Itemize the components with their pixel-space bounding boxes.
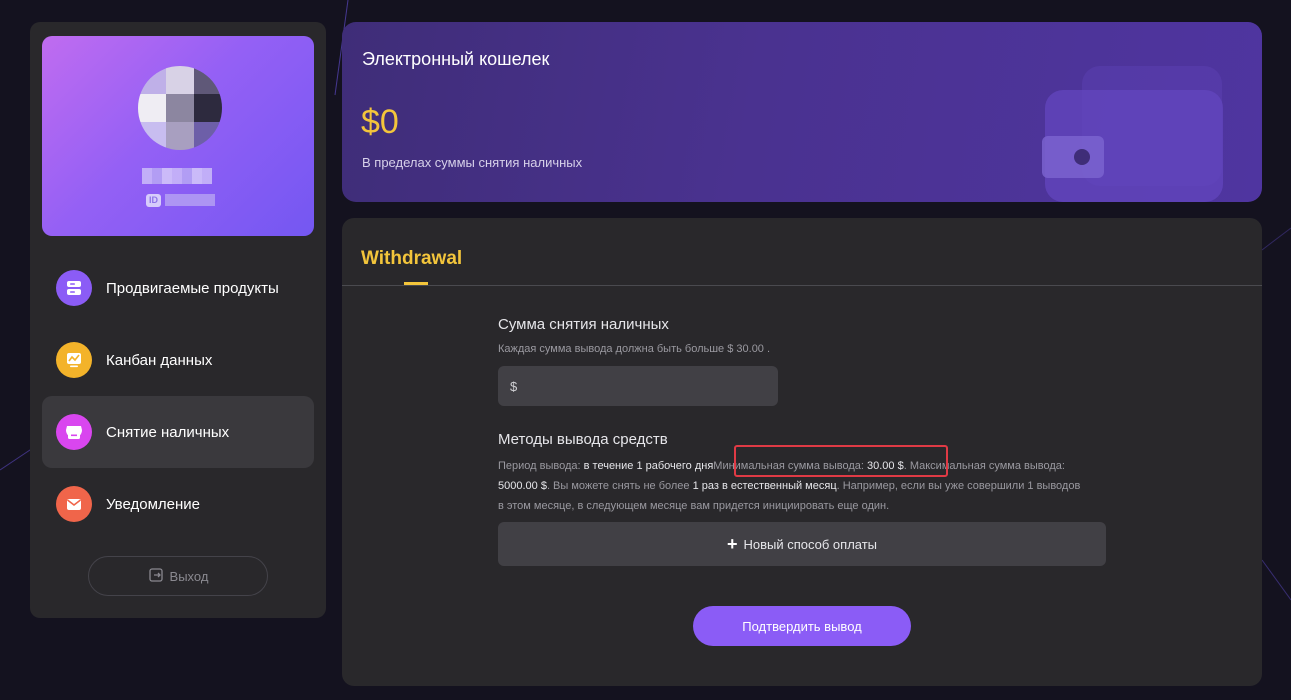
server-icon [56,270,92,306]
max-value: 5000.00 $ [498,480,547,492]
id-badge: ID [146,193,161,207]
mail-icon [56,486,92,522]
max-label: . Максимальная сумма вывода: [903,460,1065,472]
sidebar-item-data-kanban[interactable]: Канбан данных [42,324,314,396]
chart-icon [56,342,92,378]
tab-withdrawal[interactable]: Withdrawal [361,248,462,270]
min-label: Минимальная сумма вывода: [713,460,868,472]
avatar [138,66,222,150]
add-payment-method-button[interactable]: + Новый способ оплаты [498,522,1106,566]
methods-description: Период вывода: в течение 1 рабочего дняМ… [498,456,1088,516]
sidebar-item-promoted-products[interactable]: Продвигаемые продукты [42,252,314,324]
wallet-amount: $0 [361,103,399,141]
confirm-withdrawal-button[interactable]: Подтвердить вывод [693,606,911,646]
user-id-blurred [165,194,215,206]
wallet-icon [1042,66,1223,202]
profile-card: ID [42,36,314,236]
wallet-title: Электронный кошелек [362,49,550,69]
amount-input[interactable] [498,366,778,406]
wallet-subtitle: В пределах суммы снятия наличных [362,155,583,170]
divider [342,285,1262,286]
amount-hint: Каждая сумма вывода должна быть больше $… [498,343,771,355]
amount-section-title: Сумма снятия наличных [498,316,669,333]
logout-label: Выход [169,568,209,584]
sidebar-item-withdrawal[interactable]: Снятие наличных [42,396,314,468]
sidebar-item-label: Снятие наличных [106,423,230,441]
period-value: в течение 1 рабочего дня [583,460,714,472]
min-value: 30.00 $ [867,460,904,472]
add-payment-method-label: Новый способ оплаты [743,536,878,552]
sidebar-item-label: Канбан данных [106,351,213,369]
user-id-row: ID [146,193,215,207]
wallet-card: Электронный кошелек $0 В пределах суммы … [342,22,1262,202]
sidebar-item-label: Продвигаемые продукты [106,279,279,297]
sidebar-item-notification[interactable]: Уведомление [42,468,314,540]
methods-section-title: Методы вывода средств [498,431,668,448]
limit-value: 1 раз в естественный месяц [692,480,837,492]
sidebar: ID Продвигаемые продукты Канбан данных С… [30,22,326,618]
withdrawal-panel: Withdrawal Сумма снятия наличных Каждая … [342,218,1262,686]
sidebar-nav: Продвигаемые продукты Канбан данных Снят… [42,252,314,540]
plus-icon: + [726,534,738,554]
logout-icon [148,567,164,586]
username-blurred [142,168,212,184]
sidebar-item-label: Уведомление [106,495,201,513]
period-label: Период вывода: [498,460,584,472]
limit-label: . Вы можете снять не более [546,480,693,492]
shop-icon [56,414,92,450]
logout-button[interactable]: Выход [88,556,268,596]
